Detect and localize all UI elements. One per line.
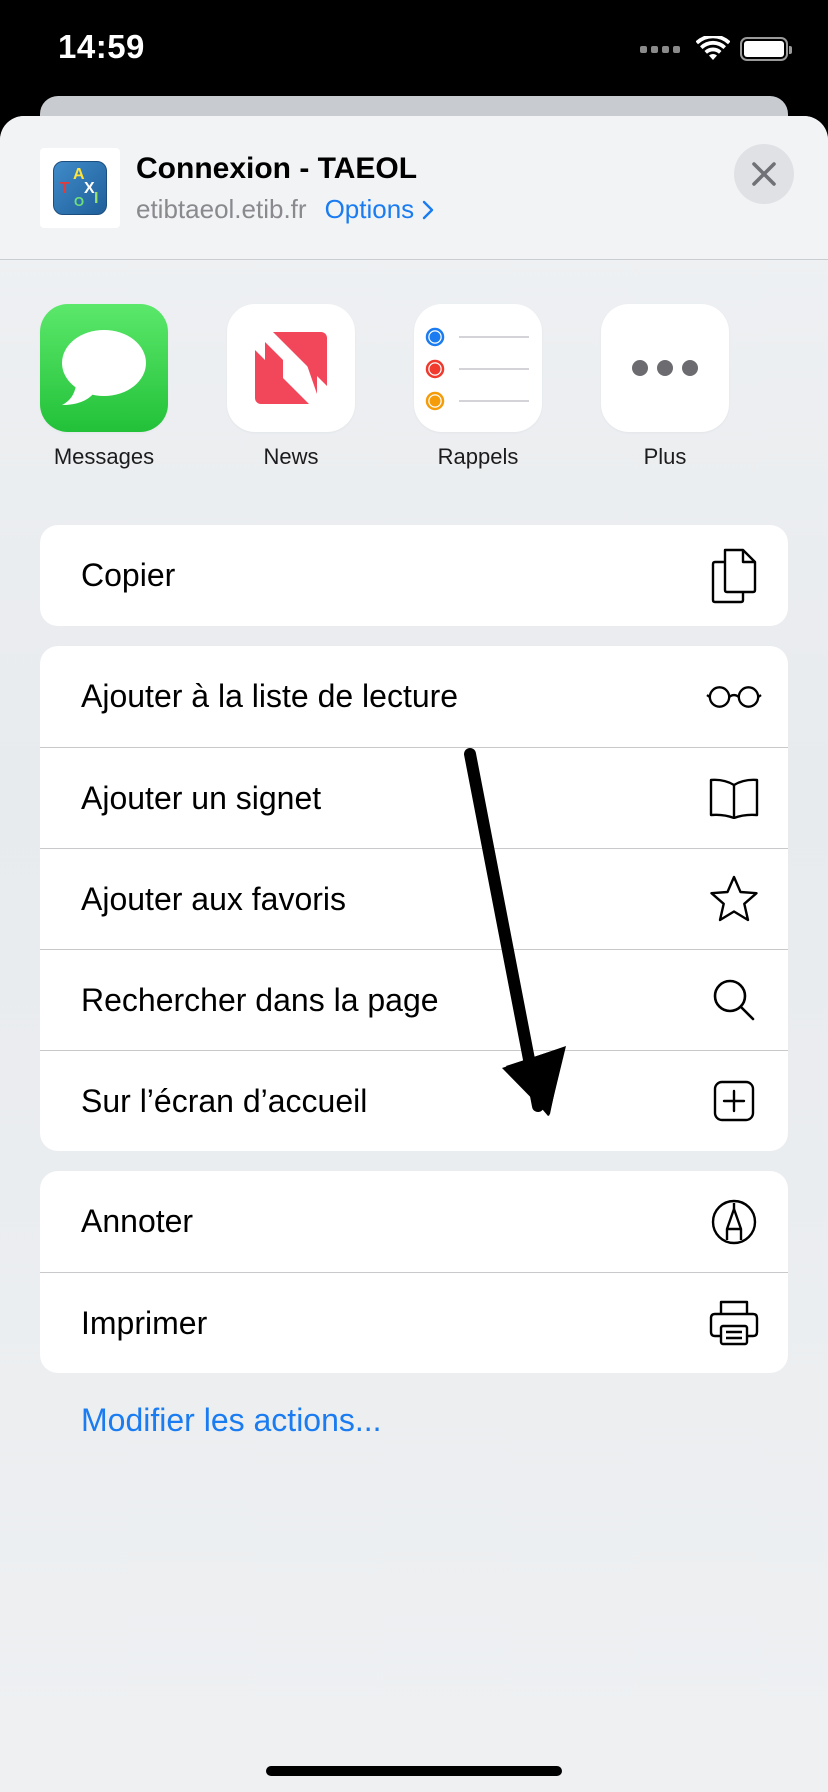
action-label: Ajouter à la liste de lecture bbox=[81, 678, 459, 714]
action-reading-list[interactable]: Ajouter à la liste de lecture bbox=[40, 646, 788, 747]
status-bar: 14:59 bbox=[0, 0, 828, 100]
share-sheet-header: T A X I O Connexion - TAEOL etibtaeol.et… bbox=[0, 116, 828, 260]
chevron-right-icon bbox=[422, 200, 434, 219]
action-print[interactable]: Imprimer bbox=[40, 1272, 788, 1373]
taxi-logo-icon: T A X I O bbox=[53, 161, 107, 215]
app-label: Plus bbox=[643, 444, 687, 469]
messages-icon bbox=[40, 304, 168, 432]
app-news[interactable]: News bbox=[227, 304, 355, 470]
book-icon bbox=[706, 770, 762, 826]
action-bookmark[interactable]: Ajouter un signet bbox=[40, 747, 788, 848]
action-copy[interactable]: Copier bbox=[40, 525, 788, 626]
printer-icon bbox=[706, 1295, 762, 1351]
more-icon bbox=[601, 304, 729, 432]
status-icons bbox=[640, 34, 792, 64]
add-square-icon bbox=[706, 1073, 762, 1129]
action-label: Imprimer bbox=[81, 1304, 208, 1341]
action-favorites[interactable]: Ajouter aux favoris bbox=[40, 848, 788, 949]
action-label: Ajouter un signet bbox=[81, 779, 322, 816]
site-url: etibtaeol.etib.fr bbox=[136, 194, 307, 224]
app-messages[interactable]: Messages bbox=[40, 304, 168, 470]
app-label: Rappels bbox=[437, 444, 519, 469]
options-label: Options bbox=[324, 194, 415, 224]
action-label: Sur l’écran d’accueil bbox=[81, 1082, 368, 1119]
close-button[interactable] bbox=[734, 144, 794, 204]
action-label: Rechercher dans la page bbox=[81, 981, 439, 1018]
status-time: 14:59 bbox=[58, 28, 145, 65]
action-add-to-home-screen[interactable]: Sur l’écran d’accueil bbox=[40, 1050, 788, 1151]
action-find-in-page[interactable]: Rechercher dans la page bbox=[40, 949, 788, 1050]
copy-icon bbox=[706, 548, 762, 604]
options-button[interactable]: Options bbox=[325, 194, 435, 225]
star-icon bbox=[706, 871, 762, 927]
action-label: Annoter bbox=[81, 1203, 194, 1239]
action-markup[interactable]: Annoter bbox=[40, 1171, 788, 1272]
glasses-icon bbox=[706, 669, 762, 725]
reminders-icon bbox=[414, 304, 542, 432]
close-icon bbox=[752, 162, 776, 186]
app-reminders[interactable]: Rappels bbox=[414, 304, 542, 470]
action-label: Copier bbox=[81, 557, 176, 593]
app-label: Messages bbox=[53, 444, 155, 469]
news-icon bbox=[227, 304, 355, 432]
home-indicator[interactable] bbox=[266, 1766, 562, 1776]
actions-group-page: Ajouter à la liste de lecture Ajouter un… bbox=[40, 646, 788, 1151]
search-icon bbox=[706, 972, 762, 1028]
wifi-icon bbox=[696, 36, 730, 60]
app-more[interactable]: Plus bbox=[601, 304, 729, 470]
site-favicon: T A X I O bbox=[40, 148, 120, 228]
actions-group-tools: Annoter Imprimer bbox=[40, 1171, 788, 1373]
site-subtitle: etibtaeol.etib.fr Options bbox=[136, 194, 434, 225]
page-title: Connexion - TAEOL bbox=[136, 152, 418, 185]
actions-group-copy: Copier bbox=[40, 525, 788, 626]
action-label: Ajouter aux favoris bbox=[81, 880, 347, 917]
markup-icon bbox=[706, 1194, 762, 1250]
share-sheet: T A X I O Connexion - TAEOL etibtaeol.et… bbox=[0, 116, 828, 1792]
app-label: News bbox=[263, 444, 319, 469]
share-apps-row: Messages News Rappels Plus bbox=[0, 304, 828, 494]
edit-actions-link[interactable]: Modifier les actions... bbox=[81, 1402, 382, 1439]
battery-icon bbox=[740, 37, 792, 61]
cellular-signal-icon bbox=[640, 45, 680, 53]
